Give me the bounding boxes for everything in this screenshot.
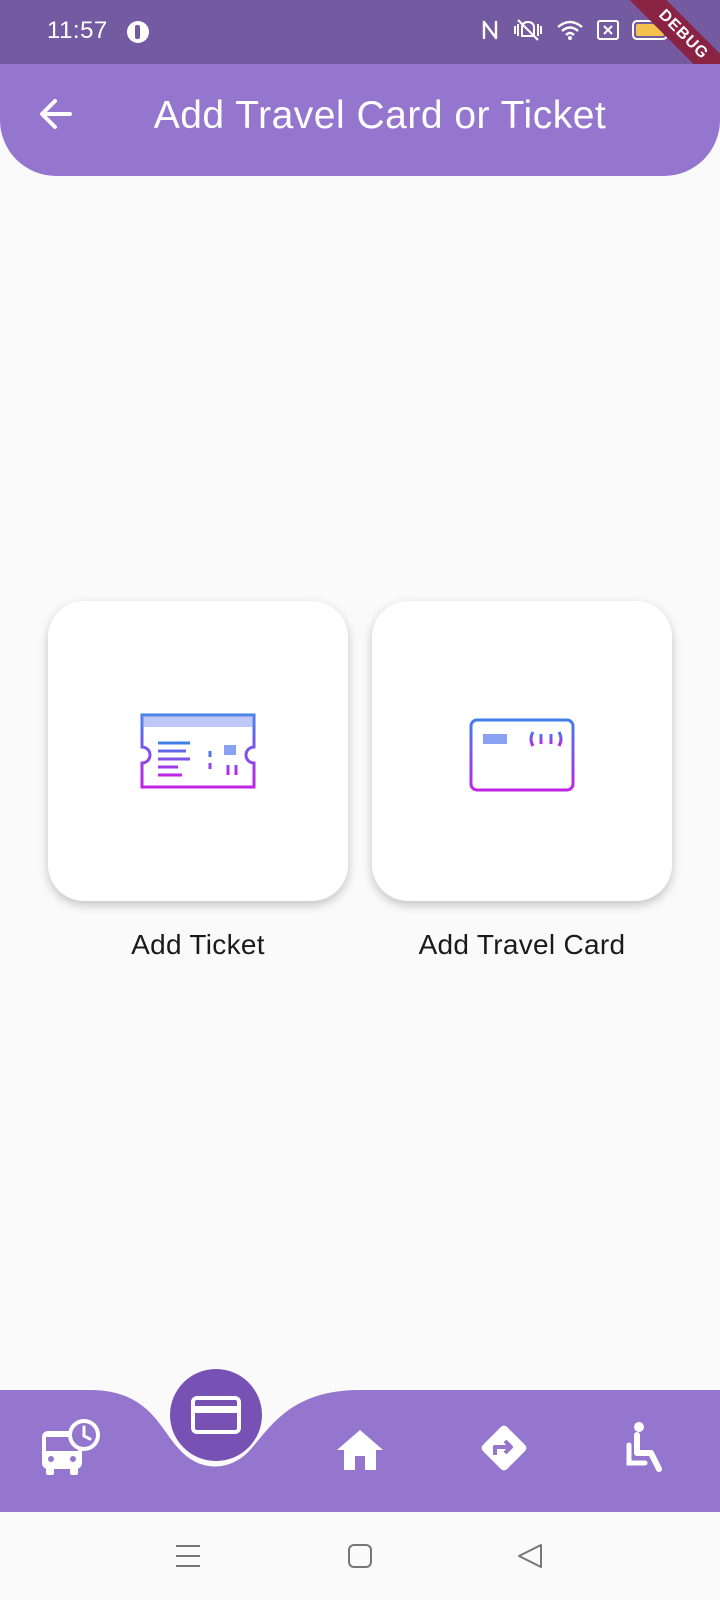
system-nav-bar — [0, 1512, 720, 1600]
bottom-nav — [0, 1369, 720, 1512]
nfc-icon — [482, 20, 498, 40]
status-time: 11:57 — [47, 17, 108, 44]
bus-schedule-icon — [42, 1419, 100, 1475]
nav-card[interactable] — [170, 1369, 262, 1461]
vibrate-mute-icon — [514, 19, 542, 41]
add-travel-card-label: Add Travel Card — [418, 929, 626, 960]
add-travel-card-option: Add Travel Card — [372, 601, 672, 961]
status-icons — [480, 18, 672, 42]
app-notification-icon — [127, 21, 149, 43]
page-title: Add Travel Card or Ticket — [153, 94, 607, 137]
add-travel-card-card[interactable] — [372, 601, 672, 901]
back-triangle-icon — [518, 1544, 542, 1568]
add-ticket-card[interactable] — [48, 601, 348, 901]
travel-card-icon — [469, 709, 575, 792]
nav-home[interactable] — [320, 1410, 400, 1490]
wifi-icon — [557, 20, 583, 40]
system-back-button[interactable] — [508, 1534, 552, 1578]
system-home-button[interactable] — [338, 1534, 382, 1578]
home-square-icon — [348, 1544, 372, 1568]
nav-accessibility[interactable] — [606, 1408, 686, 1488]
home-icon — [337, 1430, 383, 1470]
menu-icon — [176, 1545, 200, 1567]
card-icon — [191, 1396, 241, 1434]
directions-icon — [481, 1425, 527, 1471]
nav-directions[interactable] — [464, 1408, 544, 1488]
add-ticket-option: Add Ticket — [48, 601, 348, 961]
accessibility-icon — [626, 1422, 662, 1472]
ticket-icon — [140, 713, 256, 789]
status-bar: 11:57 DEBUG — [0, 0, 720, 98]
options-row: Add Ticket Add Travel Card — [48, 601, 672, 961]
system-menu-button[interactable] — [166, 1534, 210, 1578]
sim-off-icon — [597, 20, 619, 40]
nav-bus-schedule[interactable] — [30, 1408, 110, 1488]
add-ticket-label: Add Ticket — [131, 929, 265, 960]
app-bar: Add Travel Card or Ticket — [0, 64, 720, 176]
